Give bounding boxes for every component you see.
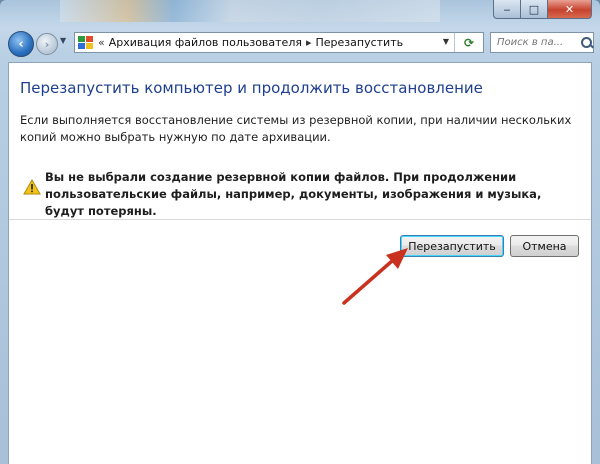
title-bar[interactable] [60,0,440,22]
recent-pages-dropdown[interactable]: ▼ [60,36,66,45]
search-input[interactable] [495,36,577,49]
warning-icon [23,179,41,195]
address-dropdown-icon[interactable]: ▼ [443,37,449,46]
breadcrumb-overflow[interactable]: « [98,36,105,49]
minimize-button[interactable]: ‒ [493,0,521,19]
description-text: Если выполняется восстановление системы … [20,113,572,144]
breadcrumb-item-backup[interactable]: Архивация файлов пользователя [109,36,302,49]
close-button[interactable]: ✕ [548,0,592,19]
content-pane: Перезапустить компьютер и продолжить вос… [8,62,592,464]
warning-text: Вы не выбрали создание резервной копии ф… [45,170,542,218]
explorer-window: ‒ □ ✕ ‹ › ▼ « Архивация файлов пользоват… [0,0,600,464]
search-box [490,32,594,53]
caption-buttons: ‒ □ ✕ [493,0,592,19]
refresh-button[interactable]: ⟳ [454,33,483,52]
navigation-bar: ‹ › ▼ « Архивация файлов пользователя ▸ … [0,30,600,57]
maximize-button[interactable]: □ [521,0,548,19]
divider [9,219,591,220]
page-title: Перезапустить компьютер и продолжить вос… [20,79,483,97]
cancel-button[interactable]: Отмена [510,235,579,257]
forward-button[interactable]: › [36,33,58,55]
back-button[interactable]: ‹ [8,31,34,57]
search-icon[interactable] [581,36,594,49]
address-bar[interactable]: « Архивация файлов пользователя ▸ Переза… [74,32,484,53]
red-arrow-annotation [342,248,408,305]
control-panel-icon [78,35,94,50]
breadcrumb-arrow-icon[interactable]: ▸ [306,36,312,49]
breadcrumb-item-restart[interactable]: Перезапустить [316,36,404,49]
